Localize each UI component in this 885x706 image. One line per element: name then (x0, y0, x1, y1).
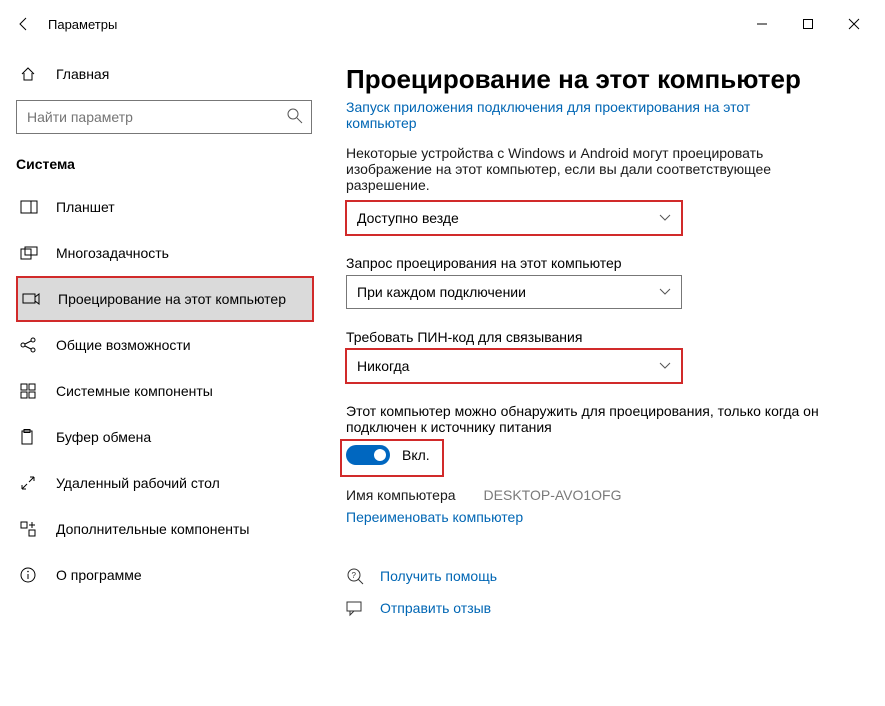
launch-app-link[interactable]: Запуск приложения подключения для проект… (346, 99, 786, 131)
sidebar-item-label: Дополнительные компоненты (56, 521, 250, 537)
sidebar-item-projection[interactable]: Проецирование на этот компьютер (16, 276, 314, 322)
search-wrap (16, 100, 312, 134)
window-title: Параметры (48, 17, 117, 32)
require-pin-label: Требовать ПИН-код для связывания (346, 329, 826, 345)
require-pin-dropdown[interactable]: Никогда (346, 349, 682, 383)
sidebar-item-label: Проецирование на этот компьютер (58, 291, 286, 307)
sidebar-item-tablet[interactable]: Планшет (16, 184, 314, 230)
help-row: ? Получить помощь (346, 567, 853, 585)
feedback-row: Отправить отзыв (346, 599, 853, 617)
ask-project-label: Запрос проецирования на этот компьютер (346, 255, 826, 271)
maximize-button[interactable] (785, 8, 831, 40)
home-icon (20, 66, 40, 82)
optional-icon (20, 521, 40, 537)
feedback-icon (346, 599, 366, 617)
sidebar-item-clipboard[interactable]: Буфер обмена (16, 414, 314, 460)
sidebar: Главная Система Планшет Многозадачность … (0, 48, 330, 706)
sidebar-item-remote[interactable]: Удаленный рабочий стол (16, 460, 314, 506)
availability-dropdown[interactable]: Доступно везде (346, 201, 682, 235)
clipboard-icon (20, 429, 40, 445)
info-icon (20, 567, 40, 583)
close-button[interactable] (831, 8, 877, 40)
permission-desc: Некоторые устройства с Windows и Android… (346, 145, 826, 193)
chevron-down-icon (659, 362, 671, 370)
ask-project-dropdown[interactable]: При каждом подключении (346, 275, 682, 309)
sidebar-item-label: Общие возможности (56, 337, 191, 353)
power-only-label: Этот компьютер можно обнаружить для прое… (346, 403, 826, 435)
multitask-icon (20, 246, 40, 260)
sidebar-section: Система (16, 156, 314, 172)
svg-text:?: ? (352, 571, 357, 580)
dropdown-value: При каждом подключении (357, 284, 526, 300)
sidebar-item-optional[interactable]: Дополнительные компоненты (16, 506, 314, 552)
sidebar-item-label: Многозадачность (56, 245, 169, 261)
chevron-down-icon (659, 288, 671, 296)
dropdown-value: Никогда (357, 358, 409, 374)
sidebar-item-label: Планшет (56, 199, 115, 215)
back-button[interactable] (8, 8, 40, 40)
minimize-button[interactable] (739, 8, 785, 40)
content: Проецирование на этот компьютер Запуск п… (330, 48, 885, 706)
toggle-state-label: Вкл. (402, 447, 430, 463)
pc-name-value: DESKTOP-AVO1OFG (484, 487, 622, 503)
get-help-link[interactable]: Получить помощь (380, 568, 497, 584)
remote-icon (20, 475, 40, 491)
sidebar-home[interactable]: Главная (16, 56, 314, 92)
components-icon (20, 383, 40, 399)
sidebar-home-label: Главная (56, 66, 109, 82)
sidebar-item-components[interactable]: Системные компоненты (16, 368, 314, 414)
chevron-down-icon (659, 214, 671, 222)
share-icon (20, 337, 40, 353)
help-icon: ? (346, 567, 366, 585)
projection-icon (22, 292, 42, 306)
sidebar-item-shared[interactable]: Общие возможности (16, 322, 314, 368)
search-icon (286, 107, 304, 125)
pc-name-label: Имя компьютера (346, 487, 456, 503)
sidebar-item-label: Системные компоненты (56, 383, 213, 399)
sidebar-item-label: Удаленный рабочий стол (56, 475, 220, 491)
dropdown-value: Доступно везде (357, 210, 459, 226)
sidebar-item-about[interactable]: О программе (16, 552, 314, 598)
pc-name-row: Имя компьютера DESKTOP-AVO1OFG (346, 487, 853, 503)
page-title: Проецирование на этот компьютер (346, 64, 853, 95)
sidebar-item-multitask[interactable]: Многозадачность (16, 230, 314, 276)
titlebar: Параметры (0, 0, 885, 48)
search-input[interactable] (16, 100, 312, 134)
power-only-toggle-row: Вкл. (346, 445, 446, 465)
sidebar-item-label: Буфер обмена (56, 429, 151, 445)
power-only-toggle[interactable] (346, 445, 390, 465)
rename-pc-link[interactable]: Переименовать компьютер (346, 509, 853, 525)
tablet-icon (20, 200, 40, 214)
sidebar-item-label: О программе (56, 567, 142, 583)
feedback-link[interactable]: Отправить отзыв (380, 600, 491, 616)
